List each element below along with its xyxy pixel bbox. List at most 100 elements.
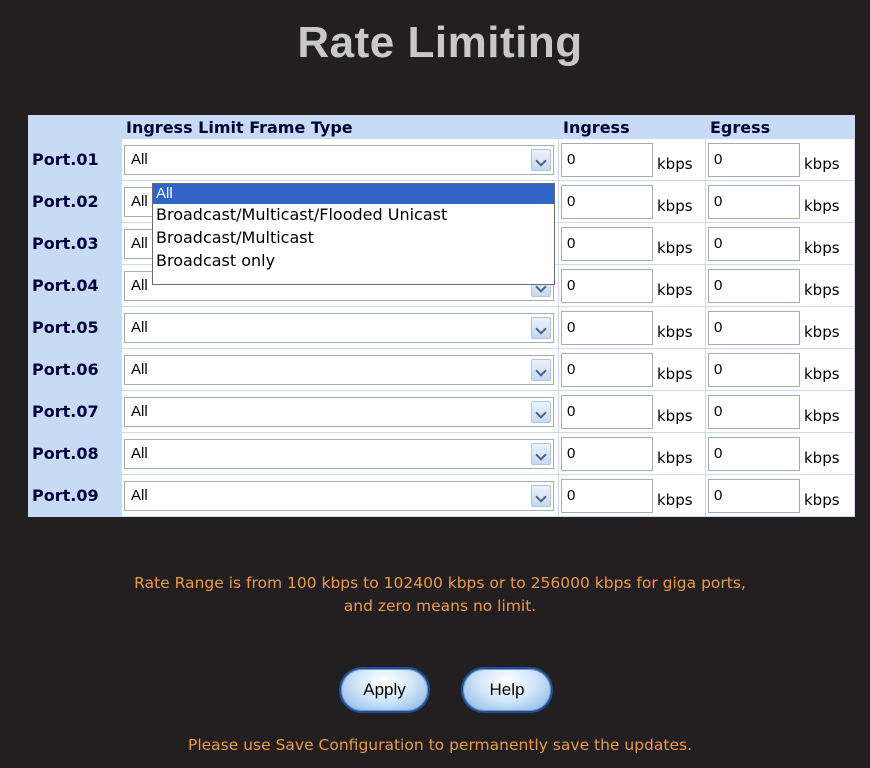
- ingress-cell: 0 kbps: [559, 139, 705, 180]
- frame-type-select[interactable]: All: [124, 354, 554, 385]
- ingress-unit-label: kbps: [657, 490, 693, 509]
- port-label: Port.07: [29, 391, 121, 432]
- frame-type-value: All: [131, 150, 148, 168]
- apply-button[interactable]: Apply: [339, 667, 430, 713]
- help-button[interactable]: Help: [461, 667, 553, 713]
- frame-type-value: All: [131, 360, 148, 378]
- chevron-down-icon[interactable]: [531, 400, 551, 423]
- ingress-unit-label: kbps: [657, 196, 693, 215]
- frame-type-value: All: [131, 234, 148, 252]
- egress-rate-input[interactable]: 0: [708, 226, 800, 261]
- chevron-down-icon[interactable]: [531, 316, 551, 339]
- frame-type-cell: All: [122, 433, 558, 474]
- egress-cell: 0 kbps: [706, 307, 854, 348]
- frame-type-value: All: [131, 402, 148, 420]
- dropdown-option[interactable]: Broadcast/Multicast/Flooded Unicast: [153, 204, 554, 227]
- ingress-rate-input[interactable]: 0: [561, 436, 653, 471]
- ingress-cell: 0 kbps: [559, 349, 705, 390]
- chevron-down-icon[interactable]: [531, 148, 551, 171]
- egress-rate-input[interactable]: 0: [708, 436, 800, 471]
- frame-type-select[interactable]: All: [124, 144, 554, 175]
- ingress-unit-label: kbps: [657, 322, 693, 341]
- chevron-down-icon[interactable]: [531, 358, 551, 381]
- egress-cell: 0 kbps: [706, 433, 854, 474]
- frame-type-value: All: [131, 192, 148, 210]
- egress-rate-input[interactable]: 0: [708, 142, 800, 177]
- rate-limit-table: Ingress Limit Frame Type Ingress Egress …: [28, 115, 855, 517]
- ingress-rate-input[interactable]: 0: [561, 478, 653, 513]
- frame-type-select[interactable]: All: [124, 438, 554, 469]
- egress-cell: 0 kbps: [706, 181, 854, 222]
- egress-rate-input[interactable]: 0: [708, 352, 800, 387]
- port-label: Port.09: [29, 475, 121, 516]
- egress-unit-label: kbps: [804, 280, 840, 299]
- ingress-unit-label: kbps: [657, 238, 693, 257]
- port-label: Port.06: [29, 349, 121, 390]
- dropdown-option[interactable]: Broadcast only: [153, 250, 554, 273]
- port-label: Port.05: [29, 307, 121, 348]
- table-row: Port.06 All 0 kbps 0 kbps: [29, 349, 854, 390]
- egress-rate-input[interactable]: 0: [708, 478, 800, 513]
- frame-type-value: All: [131, 486, 148, 504]
- egress-cell: 0 kbps: [706, 349, 854, 390]
- egress-unit-label: kbps: [804, 196, 840, 215]
- frame-type-cell: All: [122, 139, 558, 180]
- egress-cell: 0 kbps: [706, 223, 854, 264]
- ingress-unit-label: kbps: [657, 280, 693, 299]
- ingress-cell: 0 kbps: [559, 265, 705, 306]
- chevron-down-icon[interactable]: [531, 484, 551, 507]
- ingress-cell: 0 kbps: [559, 433, 705, 474]
- egress-rate-input[interactable]: 0: [708, 184, 800, 219]
- egress-cell: 0 kbps: [706, 139, 854, 180]
- frame-type-cell: All: [122, 307, 558, 348]
- ingress-rate-input[interactable]: 0: [561, 226, 653, 261]
- dropdown-option[interactable]: All: [153, 184, 554, 204]
- egress-cell: 0 kbps: [706, 265, 854, 306]
- page-title: Rate Limiting: [297, 18, 583, 67]
- chevron-down-icon[interactable]: [531, 442, 551, 465]
- port-column-header: [29, 116, 121, 138]
- egress-unit-label: kbps: [804, 448, 840, 467]
- egress-column-header: Egress: [706, 116, 854, 138]
- port-label: Port.01: [29, 139, 121, 180]
- save-config-note: Please use Save Configuration to permane…: [187, 736, 693, 754]
- ingress-rate-input[interactable]: 0: [561, 310, 653, 345]
- ingress-unit-label: kbps: [657, 364, 693, 383]
- frame-type-cell: All: [122, 391, 558, 432]
- frame-type-select[interactable]: All: [124, 312, 554, 343]
- frame-type-dropdown-list[interactable]: All Broadcast/Multicast/Flooded Unicast …: [152, 183, 555, 285]
- ingress-column-header: Ingress: [559, 116, 705, 138]
- frame-type-value: All: [131, 276, 148, 294]
- frame-type-value: All: [131, 444, 148, 462]
- egress-cell: 0 kbps: [706, 475, 854, 516]
- ingress-cell: 0 kbps: [559, 475, 705, 516]
- rate-range-note: Rate Range is from 100 kbps to 102400 kb…: [0, 572, 870, 618]
- ingress-unit-label: kbps: [657, 406, 693, 425]
- table-row: Port.09 All 0 kbps 0 kbps: [29, 475, 854, 516]
- egress-rate-input[interactable]: 0: [708, 310, 800, 345]
- ingress-cell: 0 kbps: [559, 223, 705, 264]
- egress-rate-input[interactable]: 0: [708, 268, 800, 303]
- rate-range-note-line2: and zero means no limit.: [343, 597, 537, 615]
- egress-rate-input[interactable]: 0: [708, 394, 800, 429]
- egress-unit-label: kbps: [804, 364, 840, 383]
- ingress-rate-input[interactable]: 0: [561, 268, 653, 303]
- table-row: Port.05 All 0 kbps 0 kbps: [29, 307, 854, 348]
- frame-type-select[interactable]: All: [124, 480, 554, 511]
- ingress-rate-input[interactable]: 0: [561, 352, 653, 387]
- ingress-rate-input[interactable]: 0: [561, 184, 653, 219]
- dropdown-option[interactable]: Broadcast/Multicast: [153, 227, 554, 250]
- port-label: Port.02: [29, 181, 121, 222]
- frame-type-column-header: Ingress Limit Frame Type: [122, 116, 558, 138]
- port-label: Port.08: [29, 433, 121, 474]
- ingress-rate-input[interactable]: 0: [561, 142, 653, 177]
- frame-type-value: All: [131, 318, 148, 336]
- table-row: Port.01 All 0 kbps 0 kbps: [29, 139, 854, 180]
- port-label: Port.03: [29, 223, 121, 264]
- frame-type-select[interactable]: All: [124, 396, 554, 427]
- ingress-unit-label: kbps: [657, 154, 693, 173]
- table-row: Port.08 All 0 kbps 0 kbps: [29, 433, 854, 474]
- ingress-rate-input[interactable]: 0: [561, 394, 653, 429]
- table-header-row: Ingress Limit Frame Type Ingress Egress: [29, 116, 854, 138]
- egress-unit-label: kbps: [804, 490, 840, 509]
